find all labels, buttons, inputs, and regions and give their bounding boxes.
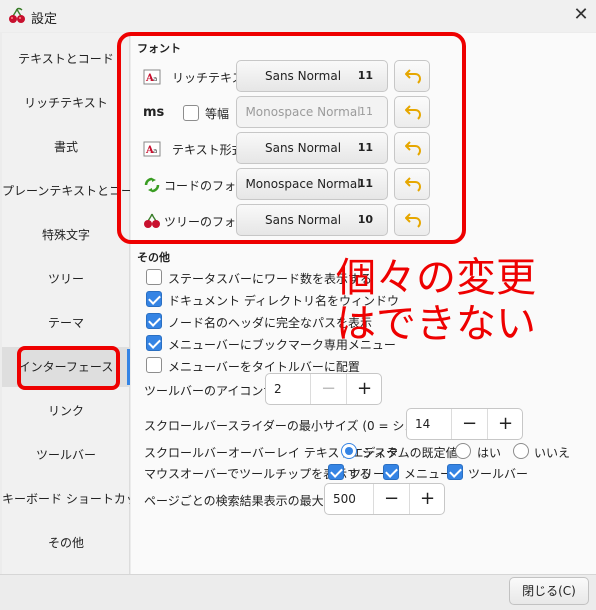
- doc-dir-in-window-checkbox[interactable]: [146, 291, 162, 307]
- window-title: 設定: [31, 12, 58, 27]
- tooltip-menu-checkbox[interactable]: [383, 464, 399, 480]
- overlay-no-radio[interactable]: [513, 443, 529, 459]
- text-format-font-name: Sans Normal: [264, 141, 342, 155]
- tooltip-toolbar-label: ツールバー: [468, 467, 529, 481]
- sidebar-item-rich-text[interactable]: リッチテキスト: [2, 83, 130, 123]
- scrollbar-min-size-spinner[interactable]: 14 − +: [406, 408, 523, 440]
- overlay-no-label: いいえ: [534, 446, 571, 460]
- cherry-icon: [144, 213, 160, 228]
- scrollbar-min-size-increment-button[interactable]: +: [487, 409, 523, 439]
- window-close-icon[interactable]: ✕: [570, 4, 592, 26]
- tree-font-size: 10: [357, 213, 373, 226]
- undo-arrow-icon: [405, 105, 421, 120]
- text-format-font-label: テキスト形式: [172, 143, 244, 157]
- scrollbar-overlay-label: スクロールバーオーバーレイ テキストエディタ: [144, 446, 399, 460]
- monospace-font-label: 等幅: [205, 107, 230, 121]
- toolbar-icon-size-decrement-button[interactable]: −: [310, 374, 346, 404]
- tree-font-button[interactable]: Sans Normal 10: [236, 204, 388, 236]
- close-button[interactable]: 閉じる(C): [509, 577, 589, 605]
- rich-text-font-name: Sans Normal: [264, 69, 342, 83]
- code-icon: [144, 177, 160, 193]
- text-format-reset-button[interactable]: [394, 132, 430, 164]
- sidebar-item-toolbar[interactable]: ツールバー: [2, 435, 130, 475]
- sidebar-item-format[interactable]: 書式: [2, 127, 130, 167]
- monospace-checkbox[interactable]: [183, 105, 199, 121]
- sidebar-item-special-chars[interactable]: 特殊文字: [2, 215, 130, 255]
- svg-text:a: a: [153, 147, 157, 155]
- rich-text-icon: A a: [143, 69, 161, 85]
- text-format-icon: A a: [143, 141, 161, 157]
- tooltip-menu-label: メニュー: [404, 467, 453, 481]
- cherry-app-icon: [9, 7, 25, 23]
- max-search-results-decrement-button[interactable]: −: [373, 484, 409, 514]
- rich-text-font-size: 11: [357, 69, 373, 82]
- tooltip-tree-label: ツリー: [349, 467, 386, 481]
- undo-arrow-icon: [405, 69, 421, 84]
- toolbar-icon-size-increment-button[interactable]: +: [346, 374, 382, 404]
- rich-text-font-button[interactable]: Sans Normal 11: [236, 60, 388, 92]
- sidebar-item-plain-text-code[interactable]: プレーンテキストとコード: [2, 171, 130, 211]
- overlay-yes-radio[interactable]: [455, 443, 471, 459]
- toolbar-icon-size-value[interactable]: 2: [274, 382, 282, 396]
- sidebar-item-theme[interactable]: テーマ: [2, 303, 130, 343]
- sidebar-item-tree[interactable]: ツリー: [2, 259, 130, 299]
- sidebar-item-text-code[interactable]: テキストとコード: [2, 39, 130, 79]
- sidebar-item-link[interactable]: リンク: [2, 391, 130, 431]
- font-section-title: フォント: [137, 42, 181, 55]
- monospace-font-name: Monospace Normal: [245, 105, 361, 119]
- undo-arrow-icon: [405, 177, 421, 192]
- bookmark-menu-checkbox[interactable]: [146, 335, 162, 351]
- scrollbar-min-size-value[interactable]: 14: [415, 417, 430, 431]
- dialog-footer: [0, 574, 596, 610]
- overlay-yes-label: はい: [477, 446, 502, 460]
- monospace-font-size: 11: [359, 105, 373, 118]
- annotation-line-1: 個々の変更: [336, 255, 536, 301]
- max-search-results-spinner[interactable]: 500 − +: [324, 483, 445, 515]
- monospace-reset-button[interactable]: [394, 96, 430, 128]
- monospace-font-button[interactable]: Monospace Normal 11: [236, 96, 388, 128]
- max-search-results-increment-button[interactable]: +: [409, 484, 445, 514]
- undo-arrow-icon: [405, 141, 421, 156]
- tooltip-toolbar-checkbox[interactable]: [447, 464, 463, 480]
- code-font-name: Monospace Normal: [245, 177, 361, 191]
- tooltip-tree-checkbox[interactable]: [328, 464, 344, 480]
- text-format-font-size: 11: [357, 141, 373, 154]
- text-format-font-button[interactable]: Sans Normal 11: [236, 132, 388, 164]
- overlay-system-default-label: システムの既定値: [362, 446, 458, 460]
- code-font-button[interactable]: Monospace Normal 11: [236, 168, 388, 200]
- title-bar: 設定 ✕: [0, 0, 596, 32]
- other-section-title: その他: [137, 251, 170, 264]
- code-font-size: 11: [357, 177, 373, 190]
- sidebar-item-misc[interactable]: その他: [2, 523, 130, 563]
- scrollbar-min-size-decrement-button[interactable]: −: [451, 409, 487, 439]
- sidebar-item-interface[interactable]: インターフェース: [2, 347, 130, 387]
- code-font-reset-button[interactable]: [394, 168, 430, 200]
- undo-arrow-icon: [405, 213, 421, 228]
- max-search-results-label: ページごとの検索結果表示の最大数: [144, 494, 336, 508]
- monospace-icon: ms: [143, 105, 165, 120]
- overlay-system-default-radio[interactable]: [341, 443, 357, 459]
- tree-font-reset-button[interactable]: [394, 204, 430, 236]
- sidebar: テキストとコード リッチテキスト 書式 プレーンテキストとコード 特殊文字 ツリ…: [2, 33, 130, 574]
- svg-text:a: a: [153, 75, 157, 83]
- toolbar-icon-size-spinner[interactable]: 2 − +: [265, 373, 382, 405]
- tree-font-name: Sans Normal: [264, 213, 342, 227]
- full-path-header-checkbox[interactable]: [146, 313, 162, 329]
- status-bar-word-count-checkbox[interactable]: [146, 269, 162, 285]
- rich-text-reset-button[interactable]: [394, 60, 430, 92]
- menubar-in-titlebar-checkbox[interactable]: [146, 357, 162, 373]
- annotation-line-2: はできない: [336, 301, 536, 347]
- sidebar-item-keyboard-shortcuts[interactable]: キーボード ショートカット: [2, 479, 130, 519]
- max-search-results-value[interactable]: 500: [333, 492, 356, 506]
